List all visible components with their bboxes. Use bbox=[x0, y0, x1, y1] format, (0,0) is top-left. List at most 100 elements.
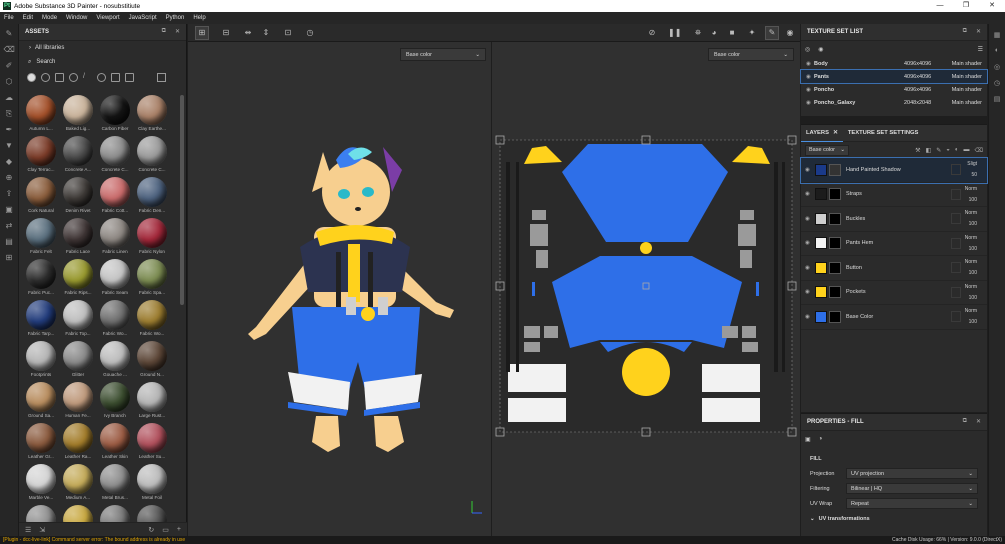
layers-channel-select[interactable]: Base color ⌄ bbox=[805, 144, 849, 156]
layer-mask-thumbnail[interactable] bbox=[829, 212, 841, 225]
filter-brushes-icon[interactable]: / bbox=[83, 73, 92, 82]
filter-particles-icon[interactable] bbox=[97, 72, 106, 82]
frame-icon[interactable]: ⊡ bbox=[282, 27, 294, 39]
filtering-select[interactable]: Bilinear | HQ ⌄ bbox=[846, 483, 978, 494]
material-thumbnail[interactable]: Fabric Lace bbox=[60, 218, 96, 255]
refresh-icon[interactable]: ↻ bbox=[148, 526, 154, 534]
material-thumbnail[interactable]: Glitter bbox=[60, 341, 96, 378]
add-mask-icon[interactable]: ◧ bbox=[926, 147, 932, 154]
layer-mask-thumbnail[interactable] bbox=[829, 261, 841, 274]
delete-layer-icon[interactable]: ⌫ bbox=[975, 147, 983, 154]
layer-mask-thumbnail[interactable] bbox=[829, 188, 841, 201]
material-thumbnail[interactable]: Fabric Top... bbox=[60, 300, 96, 337]
minimize-button[interactable]: — bbox=[927, 0, 953, 12]
layer-blend-mode[interactable]: Norm bbox=[965, 284, 977, 290]
history-icon[interactable]: ◷ bbox=[304, 27, 316, 39]
menu-viewport[interactable]: Viewport bbox=[96, 15, 119, 21]
viewport-2d-uv[interactable]: Base color ⌄ bbox=[492, 42, 800, 536]
layer-checkbox[interactable] bbox=[951, 164, 961, 175]
layer-mask-thumbnail[interactable] bbox=[829, 310, 841, 323]
library-selector[interactable]: › All libraries bbox=[19, 41, 186, 55]
material-thumbnail[interactable]: Metal Foil bbox=[134, 464, 170, 501]
layer-checkbox[interactable] bbox=[951, 213, 961, 224]
layer-checkbox[interactable] bbox=[951, 237, 961, 249]
tab-texture-set-settings[interactable]: TEXTURE SET SETTINGS bbox=[843, 125, 924, 142]
document-icon[interactable]: ▤ bbox=[4, 236, 15, 247]
eye-icon[interactable]: ◉ bbox=[805, 167, 815, 173]
material-thumbnail[interactable]: Denim Rivet bbox=[60, 177, 96, 214]
undock-icon[interactable]: ⧉ bbox=[963, 418, 967, 425]
layer-row[interactable]: ◉ Button Norm 100 bbox=[801, 256, 987, 281]
share-icon[interactable]: ⇄ bbox=[4, 220, 15, 231]
material-thumbnail[interactable]: Human Fe... bbox=[60, 382, 96, 419]
texture-set-row[interactable]: ◉ Pants 4096x4096 Main shader bbox=[800, 69, 988, 84]
material-thumbnail[interactable]: Clay Earthe... bbox=[134, 95, 170, 132]
material-thumbnail[interactable]: Concrete C... bbox=[134, 136, 170, 173]
layer-blend-mode[interactable]: Norm bbox=[965, 308, 977, 314]
fit-icon[interactable]: ⇕ bbox=[260, 27, 272, 39]
material-thumbnail[interactable]: Fabric Rips... bbox=[60, 259, 96, 296]
menu-window[interactable]: Window bbox=[66, 15, 87, 21]
material-thumbnail[interactable]: Fabric Seam bbox=[97, 259, 133, 296]
material-thumbnail[interactable]: Fabric Den... bbox=[134, 177, 170, 214]
layer-checkbox[interactable] bbox=[951, 286, 961, 298]
transform-icon[interactable]: ⊕ bbox=[4, 172, 15, 183]
material-thumbnail[interactable]: Autumn L... bbox=[23, 95, 59, 132]
close-tab-icon[interactable]: ✕ bbox=[833, 130, 838, 136]
polygon-fill-icon[interactable]: ◆ bbox=[4, 156, 15, 167]
layer-checkbox[interactable] bbox=[951, 188, 961, 200]
layer-mask-thumbnail[interactable] bbox=[829, 163, 841, 176]
menu-python[interactable]: Python bbox=[166, 15, 185, 21]
layer-opacity[interactable]: 100 bbox=[969, 295, 977, 301]
import-icon[interactable]: ⇲ bbox=[39, 526, 45, 534]
material-thumbnail[interactable]: Leather Su... bbox=[134, 423, 170, 460]
projection-icon[interactable]: ✐ bbox=[4, 60, 15, 71]
layer-blend-mode[interactable]: Norm bbox=[965, 235, 977, 241]
eye-icon[interactable]: ◉ bbox=[818, 46, 823, 53]
texture-set-shader[interactable]: Main shader bbox=[952, 61, 982, 67]
texture-set-shader[interactable]: Main shader bbox=[952, 100, 982, 106]
fill-properties-icon[interactable]: ▣ bbox=[805, 436, 811, 443]
texture-set-row[interactable]: ◉ Body 4096x4096 Main shader bbox=[801, 57, 987, 70]
material-thumbnail[interactable]: Carbon Fiber bbox=[97, 95, 133, 132]
menu-javascript[interactable]: JavaScript bbox=[129, 15, 157, 21]
menu-file[interactable]: File bbox=[4, 15, 14, 21]
filter-smart-materials-icon[interactable] bbox=[41, 72, 50, 82]
material-thumbnail[interactable]: Fabric Nylon bbox=[134, 218, 170, 255]
asset-search[interactable]: ⌕ Search bbox=[19, 55, 186, 69]
add-paint-layer-icon[interactable]: ✎ bbox=[936, 147, 941, 154]
material-thumbnail[interactable]: Fabric Cott... bbox=[97, 177, 133, 214]
layer-opacity[interactable]: 50 bbox=[971, 172, 977, 178]
layer-blend-mode[interactable]: Sligt bbox=[967, 161, 977, 167]
texture-set-shader[interactable]: Main shader bbox=[952, 87, 982, 93]
stamp-icon[interactable]: ▼ bbox=[4, 140, 15, 151]
bake-icon[interactable]: ▣ bbox=[4, 204, 15, 215]
display-settings-icon[interactable]: ◐ bbox=[993, 47, 1002, 56]
eraser-icon[interactable]: ⌫ bbox=[4, 44, 15, 55]
history-icon[interactable]: ◷ bbox=[993, 79, 1002, 88]
layer-checkbox[interactable] bbox=[951, 262, 961, 273]
screenshot-icon[interactable]: ◉ bbox=[784, 27, 796, 39]
maximize-button[interactable]: ❐ bbox=[953, 0, 979, 12]
clone-icon[interactable]: ⎘ bbox=[4, 108, 15, 119]
layer-row[interactable]: ◉ Base Color Norm 100 bbox=[801, 305, 987, 330]
texture-set-shader[interactable]: Main shader bbox=[952, 74, 982, 80]
eye-icon[interactable]: ◉ bbox=[806, 100, 814, 106]
texture-set-icon[interactable]: ▦ bbox=[993, 31, 1002, 40]
folder-icon[interactable]: ▭ bbox=[162, 526, 169, 534]
paint-brush-icon[interactable]: ✎ bbox=[4, 28, 15, 39]
material-thumbnail[interactable]: Large Rust... bbox=[134, 382, 170, 419]
add-folder-icon[interactable]: ▬ bbox=[964, 147, 970, 154]
add-effect-icon[interactable]: ⚒ bbox=[915, 147, 920, 154]
add-fill-layer-icon[interactable]: ◒ bbox=[946, 147, 950, 154]
smart-material-icon[interactable]: ◐ bbox=[955, 147, 959, 154]
light-icon[interactable]: ✦ bbox=[746, 27, 758, 39]
menu-help[interactable]: Help bbox=[193, 15, 205, 21]
close-panel-icon[interactable]: ✕ bbox=[976, 418, 981, 425]
eye-icon[interactable]: ◉ bbox=[805, 314, 815, 320]
filter-environments-icon[interactable] bbox=[125, 72, 134, 82]
material-thumbnail[interactable]: Leather Ra... bbox=[60, 423, 96, 460]
material-thumbnail[interactable]: Fabric Tarp... bbox=[23, 300, 59, 337]
material-thumbnail[interactable]: Concrete C... bbox=[97, 136, 133, 173]
layer-opacity[interactable]: 100 bbox=[969, 319, 977, 325]
